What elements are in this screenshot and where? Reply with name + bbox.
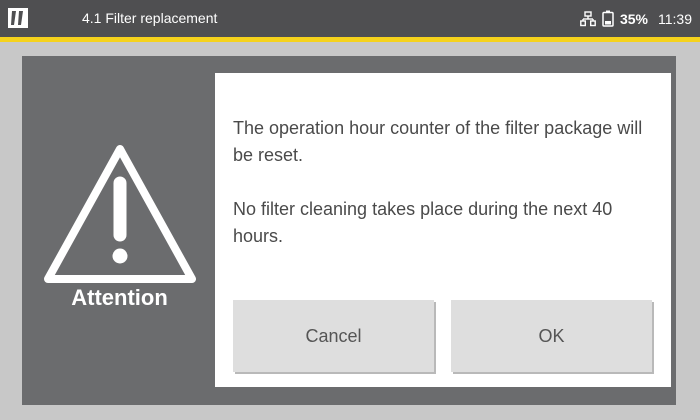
status-area: 35% 11:39 — [580, 0, 692, 37]
confirmation-dialog: The operation hour counter of the filter… — [215, 73, 671, 387]
page-title: 4.1 Filter replacement — [82, 10, 218, 26]
dialog-message-no-cleaning: No filter cleaning takes place during th… — [233, 199, 613, 246]
network-icon — [580, 10, 596, 26]
cancel-button[interactable]: Cancel — [233, 300, 434, 372]
ok-button[interactable]: OK — [451, 300, 652, 372]
device-logo-icon — [8, 8, 28, 28]
warning-triangle-icon — [44, 145, 196, 283]
alert-panel: Attention The operation hour counter of … — [22, 56, 676, 405]
dialog-message-reset: The operation hour counter of the filter… — [233, 118, 643, 165]
accent-line — [0, 37, 700, 42]
battery-percent: 35% — [619, 10, 648, 27]
clock: 11:39 — [658, 10, 692, 27]
top-status-bar: 4.1 Filter replacement 35% 11:39 — [0, 0, 700, 37]
attention-label: Attention — [71, 285, 168, 310]
battery-icon — [602, 10, 614, 27]
